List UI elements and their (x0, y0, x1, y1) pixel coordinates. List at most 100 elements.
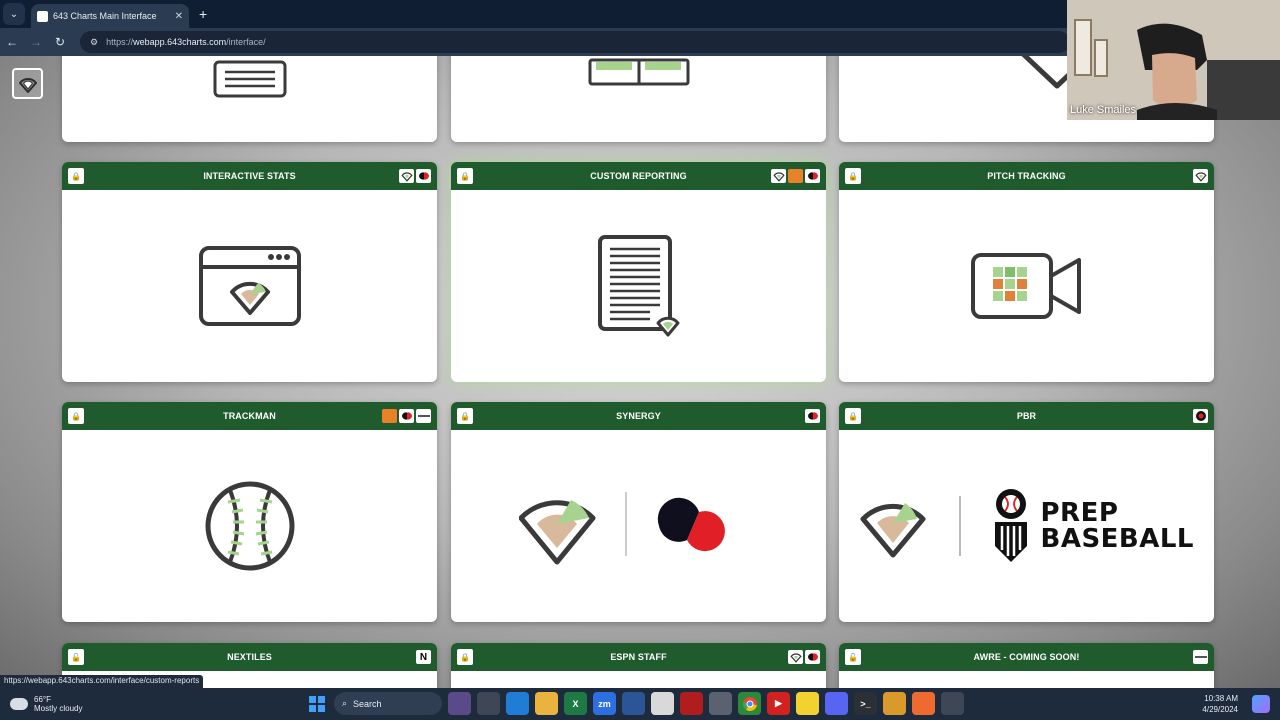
card-header: 🔒 PITCH TRACKING (839, 162, 1214, 190)
card-top-middle[interactable] (451, 56, 826, 142)
card-pitch-tracking[interactable]: 🔒 PITCH TRACKING (839, 162, 1214, 382)
document-icon (213, 60, 286, 98)
sticky-notes-icon[interactable] (796, 692, 819, 715)
site-info-icon[interactable]: ⚙ (90, 37, 98, 48)
discord-app-icon[interactable] (825, 692, 848, 715)
643-logo-mark (18, 77, 37, 93)
windows-start-icon[interactable] (305, 692, 328, 715)
synergy-badge-icon (805, 409, 820, 423)
excel-app-icon[interactable]: X (564, 692, 587, 715)
lock-open-icon: 🔓 (68, 649, 84, 665)
lock-icon: 🔒 (68, 408, 84, 424)
url-field[interactable]: ⚙ https://webapp.643charts.com/interface… (80, 31, 1070, 53)
card-header: 🔒 ESPN STAFF (451, 643, 826, 671)
report-document-icon (597, 235, 679, 337)
snipping-tool-icon[interactable] (941, 692, 964, 715)
lock-icon: 🔒 (68, 168, 84, 184)
new-tab-button[interactable]: + (199, 6, 207, 22)
status-bar-url: https://webapp.643charts.com/interface/c… (0, 675, 204, 688)
youtube-app-icon[interactable]: ▶ (767, 692, 790, 715)
card-pbr[interactable]: 🔒 PBR PREP BASEBALL (839, 402, 1214, 622)
643-home-logo-icon[interactable] (12, 68, 43, 99)
reload-button[interactable]: ↻ (48, 35, 72, 49)
url-prefix: https:// (106, 37, 134, 47)
lock-icon: 🔒 (457, 408, 473, 424)
card-title: INTERACTIVE STATS (203, 171, 296, 181)
pbr-badge-icon (1193, 409, 1208, 423)
copilot-app-icon[interactable] (448, 692, 471, 715)
file-explorer-icon[interactable] (535, 692, 558, 715)
card-title: CUSTOM REPORTING (590, 171, 687, 181)
nextiles-badge-icon: N (416, 650, 431, 664)
card-header: 🔒 SYNERGY (451, 402, 826, 430)
card-interactive-stats[interactable]: 🔒 INTERACTIVE STATS (62, 162, 437, 382)
card-title: TRACKMAN (223, 411, 276, 421)
cloud-icon (10, 698, 28, 710)
system-clock[interactable]: 10:38 AM 4/29/2024 (1202, 693, 1238, 715)
pbr-wordmark-line1: PREP (1040, 498, 1119, 528)
card-top-left[interactable] (62, 56, 437, 142)
card-header: 🔒 INTERACTIVE STATS (62, 162, 437, 190)
tab-search-button[interactable]: ⌄ (3, 3, 25, 25)
card-espn-staff[interactable]: 🔒 ESPN STAFF (451, 643, 826, 688)
baseball-icon (205, 481, 294, 571)
card-custom-reporting[interactable]: 🔒 CUSTOM REPORTING (451, 162, 826, 382)
lock-icon: 🔒 (845, 168, 861, 184)
taskbar-search-field[interactable]: ⌕ Search (334, 692, 442, 715)
task-view-icon[interactable] (477, 692, 500, 715)
mail-app-icon[interactable] (506, 692, 529, 715)
card-awre[interactable]: 🔓 AWRE - COMING SOON! (839, 643, 1214, 688)
webcam-participant-name: Luke Smailes (1070, 104, 1137, 116)
notification-center-icon[interactable] (1252, 695, 1270, 713)
weather-widget[interactable]: 66°F Mostly cloudy (10, 695, 82, 713)
clock-time: 10:38 AM (1204, 694, 1238, 703)
card-title: PBR (1016, 411, 1037, 421)
search-icon: ⌕ (342, 698, 348, 708)
643-badge-icon (788, 650, 803, 664)
zoom-app-icon[interactable]: zm (593, 692, 616, 715)
files-app-icon[interactable] (709, 692, 732, 715)
windows-taskbar: 66°F Mostly cloudy ⌕ Search X zm ▶ >_ 10… (0, 688, 1280, 720)
card-header: 🔒 PBR (839, 402, 1214, 430)
643-badge-icon (771, 169, 786, 183)
back-button[interactable]: ← (0, 35, 24, 49)
sublime-app-icon[interactable] (883, 692, 906, 715)
trackman-badge-icon (416, 409, 431, 423)
orange-badge-icon (788, 169, 803, 183)
card-header: 🔓 NEXTILES N (62, 643, 437, 671)
taskbar-search-label: Search (353, 698, 382, 709)
card-header: 🔓 AWRE - COMING SOON! (839, 643, 1214, 671)
clock-date: 4/29/2024 (1202, 705, 1238, 714)
card-header: 🔒 CUSTOM REPORTING (451, 162, 826, 190)
card-trackman[interactable]: 🔒 TRACKMAN (62, 402, 437, 622)
lock-open-icon: 🔓 (845, 649, 861, 665)
favicon-icon (37, 10, 48, 22)
card-title: ESPN STAFF (610, 652, 667, 662)
synergy-badge-icon (805, 169, 820, 183)
video-camera-icon (970, 253, 1081, 319)
browser-tab[interactable]: 643 Charts Main Interface ✕ (31, 4, 189, 28)
media-app-icon[interactable] (680, 692, 703, 715)
url-host: webapp.643charts.com (133, 37, 227, 47)
page-content: 🔒 INTERACTIVE STATS 🔒 CUSTOM REPORTING 🔒… (0, 56, 1280, 688)
terminal-app-icon[interactable]: >_ (854, 692, 877, 715)
forward-button[interactable]: → (24, 35, 48, 49)
pbr-wordmark-line2: BASEBALL (1040, 524, 1194, 554)
vscode-app-icon[interactable] (622, 692, 645, 715)
lock-icon: 🔒 (845, 408, 861, 424)
card-synergy[interactable]: 🔒 SYNERGY (451, 402, 826, 622)
card-title: NEXTILES (227, 652, 272, 662)
browser-window-icon (198, 246, 301, 326)
card-title: SYNERGY (616, 411, 661, 421)
card-title: PITCH TRACKING (987, 171, 1066, 181)
synergy-badge-icon (399, 409, 414, 423)
postman-app-icon[interactable] (912, 692, 935, 715)
orange-badge-icon (382, 409, 397, 423)
close-tab-icon[interactable]: ✕ (175, 11, 183, 22)
643-badge-icon (1193, 169, 1208, 183)
webcam-overlay: Luke Smailes (1067, 0, 1280, 120)
awre-badge-icon (1193, 650, 1208, 664)
chrome-app-icon[interactable] (738, 692, 761, 715)
store-app-icon[interactable] (651, 692, 674, 715)
lock-icon: 🔒 (457, 649, 473, 665)
